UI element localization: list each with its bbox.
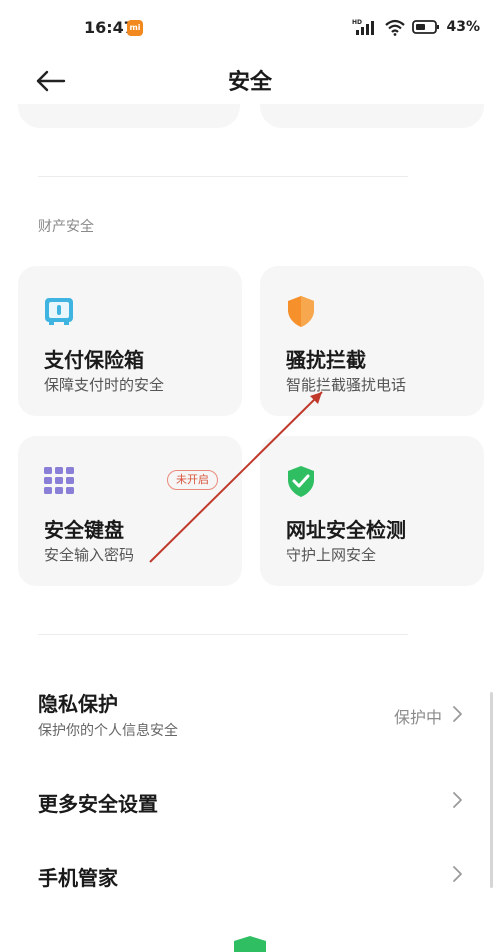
card-payment-safe[interactable]: 支付保险箱 保障支付时的安全 [18,266,242,416]
keypad-icon [44,467,74,494]
scrolled-card-left[interactable] [18,104,240,128]
status-icons: HD 43% [352,18,480,36]
shield-check-icon [288,466,314,497]
wifi-icon [385,19,406,36]
network-type-label: HD [352,19,362,26]
card-harassment-block[interactable]: 骚扰拦截 智能拦截骚扰电话 [260,266,484,416]
row-more-security-settings[interactable]: 更多安全设置 [0,768,500,832]
divider [38,176,408,177]
app-bar: 安全 [0,58,500,104]
chevron-right-icon [453,792,462,808]
card-subtitle: 守护上网安全 [286,546,377,564]
page-title: 安全 [227,70,272,95]
card-secure-keyboard[interactable]: 未开启 安全键盘 安全输入密码 [18,436,242,586]
battery-icon [412,20,440,34]
row-title: 手机管家 [38,866,118,890]
row-phone-manager[interactable]: 手机管家 [0,842,500,906]
row-title: 更多安全设置 [38,792,158,816]
card-subtitle: 安全输入密码 [44,546,135,564]
card-title: 骚扰拦截 [286,348,366,372]
card-subtitle: 保障支付时的安全 [44,376,165,394]
card-url-check[interactable]: 网址安全检测 守护上网安全 [260,436,484,586]
signal-icon: HD [352,19,375,35]
card-title: 网址安全检测 [286,518,406,542]
safe-box-icon [45,298,73,325]
divider [38,634,408,635]
card-title: 安全键盘 [44,518,124,542]
card-title: 支付保险箱 [44,348,144,372]
scrollbar[interactable] [490,692,493,888]
row-privacy-protection[interactable]: 隐私保护 保护你的个人信息安全 保护中 [0,682,500,746]
chevron-right-icon [453,866,462,882]
battery-percent: 43% [446,19,480,35]
row-status-value: 保护中 [393,708,442,727]
row-subtitle: 保护你的个人信息安全 [38,723,178,739]
status-bar: 16:47 mi HD 43% [0,0,500,58]
card-subtitle: 智能拦截骚扰电话 [286,376,407,394]
status-badge: 未开启 [167,470,218,490]
shield-logo-icon [234,936,266,952]
scrolled-card-right[interactable] [260,104,484,128]
row-title: 隐私保护 [38,692,118,716]
mi-badge-icon: mi [127,20,143,36]
shield-orange-icon [288,296,314,327]
chevron-right-icon [453,706,462,722]
section-title: 财产安全 [38,219,94,235]
